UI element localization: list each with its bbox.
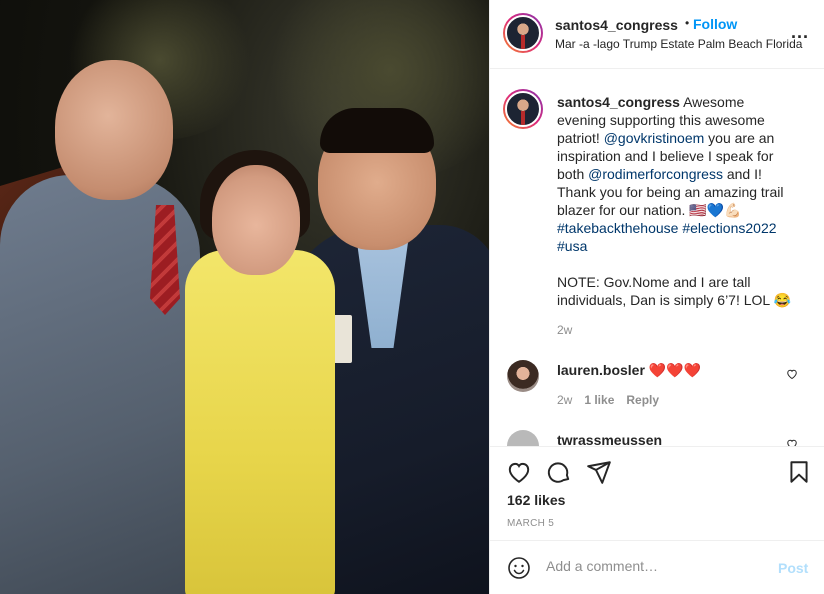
emoji-icon[interactable] [507, 556, 531, 580]
comment-likes[interactable]: 1 like [584, 393, 614, 407]
caption-username[interactable]: santos4_congress [557, 94, 680, 110]
comment-like-heart-icon[interactable] [786, 438, 798, 446]
author-username[interactable]: santos4_congress [555, 17, 678, 33]
share-icon[interactable] [586, 459, 612, 485]
comment-meta: 2w 1 like Reply [557, 393, 659, 407]
likes-count[interactable]: 162 likes [507, 492, 565, 508]
bookmark-icon[interactable] [786, 459, 812, 485]
post-photo[interactable] [0, 0, 489, 594]
caption-note: NOTE: Gov.Nome and I are tall individual… [557, 274, 792, 308]
comments-area[interactable]: santos4_congress Awesome evening support… [490, 70, 824, 446]
hashtag-takebackthehouse[interactable]: #takebackthehouse [557, 220, 678, 236]
more-options-icon[interactable]: ... [791, 22, 809, 43]
post-comment-button[interactable]: Post [778, 560, 808, 576]
follow-button[interactable]: Follow [693, 16, 737, 32]
hashtag-usa[interactable]: #usa [557, 238, 587, 254]
comment-like-heart-icon[interactable] [786, 368, 798, 380]
mention-govkristinoem[interactable]: @govkristinoem [604, 130, 705, 146]
post-side-panel: santos4_congress • Follow Mar -a -lago T… [489, 0, 824, 594]
author-avatar[interactable] [503, 13, 543, 53]
mention-rodimerforcongress[interactable]: @rodimerforcongress [588, 166, 723, 182]
caption-timestamp[interactable]: 2w [557, 323, 572, 337]
add-comment-bar: Post [490, 540, 824, 594]
separator-dot: • [685, 16, 690, 30]
commenter-avatar[interactable] [507, 430, 539, 446]
comment-username[interactable]: twrassmeussen [557, 432, 662, 446]
comment-icon[interactable] [546, 459, 572, 485]
photo-person-middle-dress [185, 250, 335, 594]
hashtag-elections2022[interactable]: #elections2022 [682, 220, 776, 236]
photo-person-left-head [55, 60, 173, 200]
comment-username[interactable]: lauren.bosler [557, 362, 645, 378]
comment-reply-button[interactable]: Reply [626, 393, 659, 407]
post-location[interactable]: Mar -a -lago Trump Estate Palm Beach Flo… [555, 37, 802, 51]
commenter-avatar[interactable] [507, 360, 539, 392]
photo-person-right-hair [320, 108, 434, 153]
post-caption: santos4_congress Awesome evening support… [557, 93, 797, 309]
post-date[interactable]: MARCH 5 [507, 518, 554, 529]
comment: lauren.bosler ❤️❤️❤️ [557, 362, 701, 379]
comment-text: ❤️❤️❤️ [648, 362, 702, 378]
caption-author-avatar[interactable] [503, 89, 543, 129]
post-header: santos4_congress • Follow Mar -a -lago T… [490, 0, 824, 69]
comment-timestamp[interactable]: 2w [557, 393, 572, 407]
photo-person-middle-head [212, 165, 300, 275]
post-actions: 162 likes MARCH 5 [490, 446, 824, 540]
heart-icon[interactable] [506, 459, 532, 485]
add-comment-input[interactable] [546, 558, 766, 574]
